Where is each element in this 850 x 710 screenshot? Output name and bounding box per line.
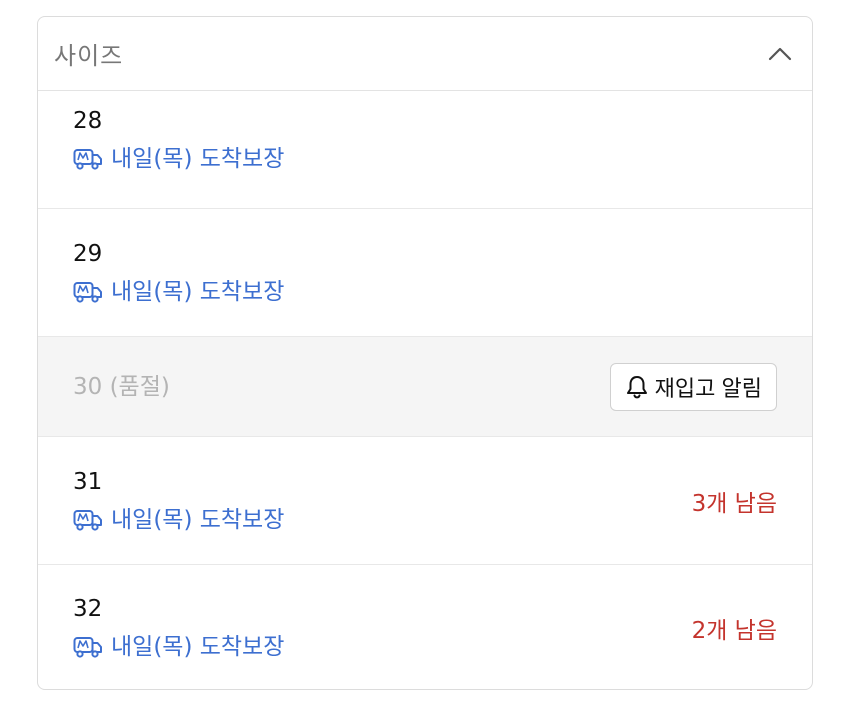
option-info: 28 내일(목) 도착보장 bbox=[73, 107, 284, 173]
delivery-info: 내일(목) 도착보장 bbox=[73, 145, 284, 173]
delivery-text: 내일(목) 도착보장 bbox=[111, 506, 285, 533]
delivery-info: 내일(목) 도착보장 bbox=[73, 633, 284, 661]
option-info: 29 내일(목) 도착보장 bbox=[73, 240, 284, 306]
delivery-text: 내일(목) 도착보장 bbox=[111, 146, 285, 172]
size-option-31[interactable]: 31 내일(목) 도착보장 3개 남음 bbox=[38, 437, 812, 565]
restock-alert-button[interactable]: 재입고 알림 bbox=[609, 362, 777, 411]
size-label: 28 bbox=[73, 108, 103, 134]
option-info: 31 내일(목) 도착보장 bbox=[73, 468, 284, 534]
size-option-30-soldout: 30 (품절) 재입고 알림 bbox=[38, 337, 812, 437]
restock-label: 재입고 알림 bbox=[654, 375, 762, 401]
delivery-info: 내일(목) 도착보장 bbox=[73, 506, 284, 534]
delivery-info: 내일(목) 도착보장 bbox=[73, 278, 284, 306]
size-label: 32 bbox=[73, 596, 103, 622]
size-option-28[interactable]: 28 내일(목) 도착보장 bbox=[38, 91, 812, 209]
dropdown-title: 사이즈 bbox=[54, 42, 124, 70]
chevron-up-icon[interactable] bbox=[768, 42, 792, 66]
delivery-text: 내일(목) 도착보장 bbox=[111, 278, 285, 305]
delivery-truck-icon bbox=[73, 509, 102, 531]
size-option-32[interactable]: 32 내일(목) 도착보장 2개 남음 bbox=[38, 565, 812, 689]
bell-icon bbox=[626, 375, 647, 398]
option-info: 32 내일(목) 도착보장 bbox=[73, 595, 284, 661]
delivery-text: 내일(목) 도착보장 bbox=[111, 634, 285, 660]
size-label: 30 (품절) bbox=[73, 373, 170, 400]
dropdown-header[interactable]: 사이즈 bbox=[38, 17, 812, 91]
size-label: 31 bbox=[73, 468, 103, 495]
stock-remaining: 3개 남음 bbox=[691, 490, 777, 517]
delivery-truck-icon bbox=[73, 149, 102, 170]
stock-remaining: 2개 남음 bbox=[691, 618, 777, 644]
size-option-29[interactable]: 29 내일(목) 도착보장 bbox=[38, 209, 812, 337]
delivery-truck-icon bbox=[73, 637, 102, 658]
size-option-list: 28 내일(목) 도착보장 29 내일(목) 도착보장 30 (품절) 재입고 … bbox=[38, 91, 812, 689]
delivery-truck-icon bbox=[73, 281, 102, 303]
size-dropdown: 사이즈 28 내일(목) 도착보장 29 내일(목) 도착보장 30 (품절) … bbox=[37, 16, 813, 690]
size-label: 29 bbox=[73, 240, 103, 267]
